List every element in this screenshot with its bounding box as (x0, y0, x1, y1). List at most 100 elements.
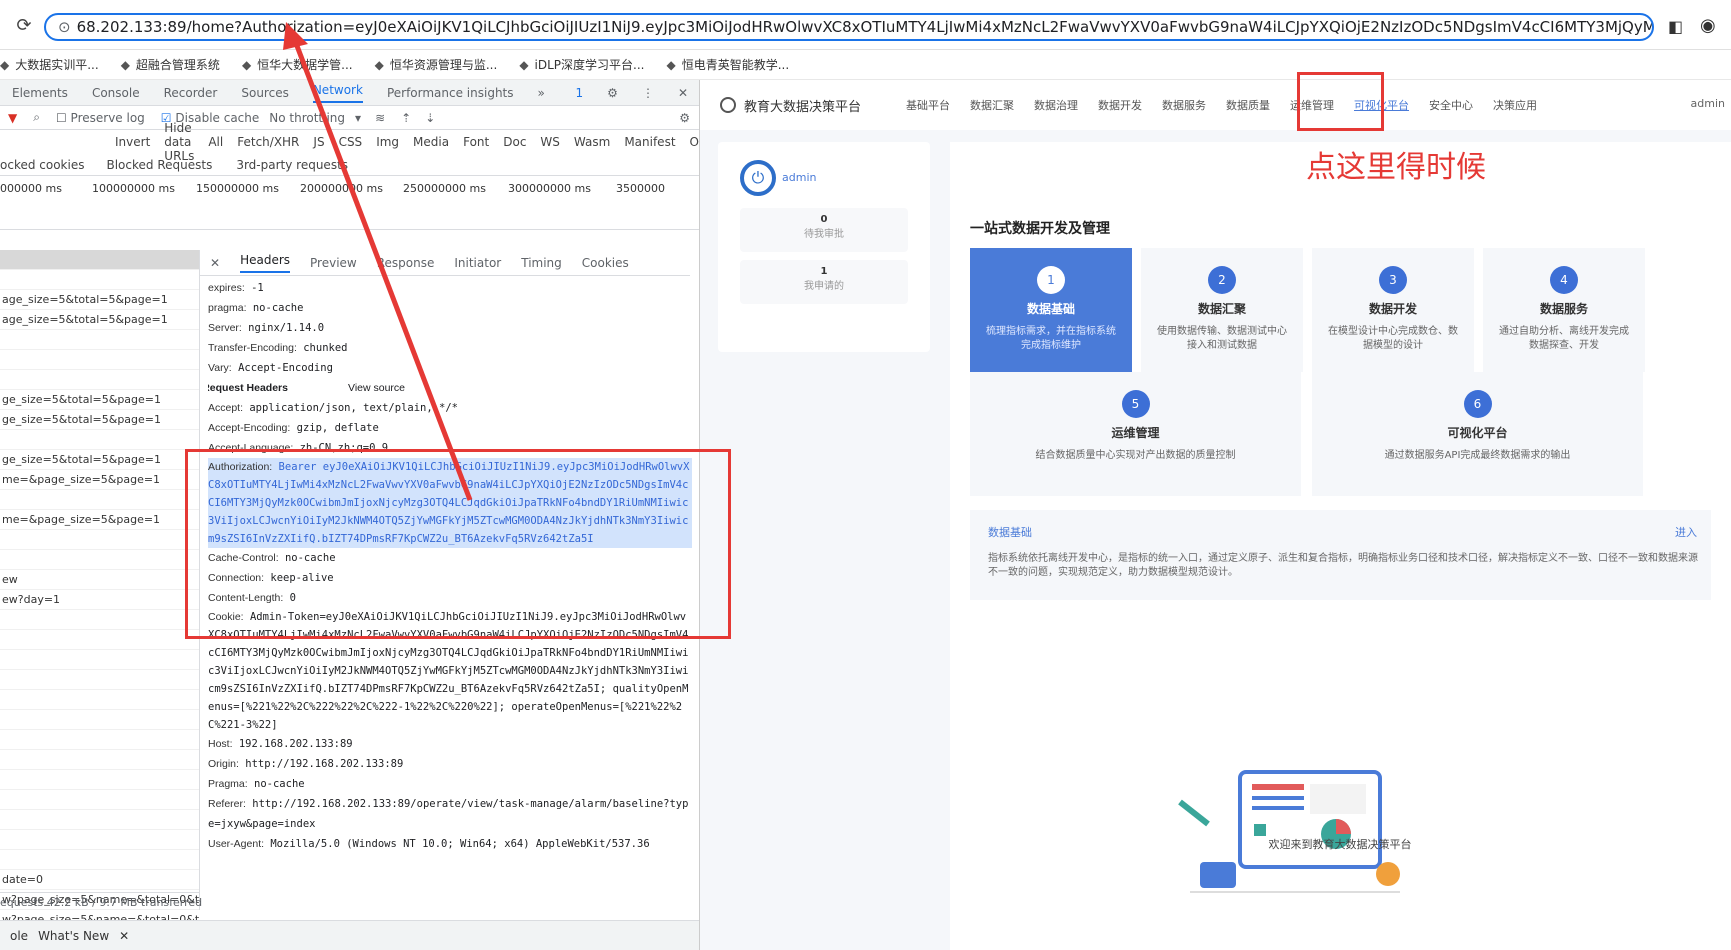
request-row[interactable]: me=&page_size=5&page=1 (0, 470, 199, 490)
devtools-tab[interactable]: Performance insights (387, 86, 514, 100)
request-row[interactable] (0, 370, 199, 390)
filter-7[interactable]: Media (413, 135, 449, 149)
more-tabs-icon[interactable]: » (538, 86, 545, 100)
filter-8[interactable]: Font (463, 135, 489, 149)
request-row[interactable] (0, 430, 199, 450)
close-icon[interactable]: ✕ (119, 929, 129, 943)
side-panel-icon[interactable]: ◧ (1668, 17, 1683, 36)
step-card[interactable]: 2 数据汇聚 使用数据传输、数据测试中心接入和测试数据 (1141, 248, 1303, 372)
request-row[interactable]: me=&page_size=5&page=1 (0, 510, 199, 530)
request-row[interactable]: ge_size=5&total=5&page=1 (0, 410, 199, 430)
search-icon[interactable]: ⌕ (33, 110, 40, 125)
filter-2[interactable]: All (208, 135, 223, 149)
filter-13[interactable]: Other (690, 135, 699, 149)
filter-10[interactable]: WS (540, 135, 559, 149)
filter-checkbox[interactable]: 3rd-party requests (236, 158, 348, 172)
nav-item[interactable]: 数据汇聚 (970, 97, 1014, 113)
issues-badge[interactable]: 1 (576, 86, 584, 100)
filter-3[interactable]: Fetch/XHR (237, 135, 299, 149)
request-row[interactable] (0, 810, 199, 830)
request-row[interactable]: age_size=5&total=5&page=1 (0, 290, 199, 310)
drawer-tab[interactable]: What's New (38, 929, 109, 943)
step-card[interactable]: 1 数据基础 梳理指标需求，并在指标系统完成指标维护 (970, 248, 1132, 372)
url-input[interactable]: ⊙ 68.202.133:89/home?Authorization=eyJ0eX… (44, 13, 1654, 41)
settings-icon[interactable]: ⚙ (679, 111, 690, 125)
devtools-tab[interactable]: Console (92, 86, 140, 100)
nav-item[interactable]: 数据治理 (1034, 97, 1078, 113)
filter-icon[interactable]: ▼ (8, 111, 17, 125)
nav-item[interactable]: 数据服务 (1162, 97, 1206, 113)
request-row[interactable] (0, 770, 199, 790)
request-row[interactable] (0, 610, 199, 630)
filter-6[interactable]: Img (376, 135, 399, 149)
nav-item[interactable]: 基础平台 (906, 97, 950, 113)
filter-checkbox[interactable]: Blocked Requests (106, 158, 212, 172)
request-row[interactable]: ew (0, 570, 199, 590)
filter-0[interactable]: Invert (115, 135, 150, 149)
request-row[interactable]: age_size=5&total=5&page=1 (0, 310, 199, 330)
drawer-tab[interactable]: ole (10, 929, 28, 943)
filter-12[interactable]: Manifest (624, 135, 675, 149)
request-row[interactable] (0, 830, 199, 850)
request-row[interactable] (0, 270, 199, 290)
request-row[interactable] (0, 710, 199, 730)
request-headers-section[interactable]: ▾ Request HeadersView source (208, 378, 692, 398)
wifi-icon[interactable]: ≋ (375, 111, 385, 125)
bookmark-item[interactable]: ◆ 恒电青英智能教学... (667, 56, 790, 73)
bookmark-item[interactable]: ◆ iDLP深度学习平台... (519, 56, 644, 73)
nav-item[interactable]: 数据质量 (1226, 97, 1270, 113)
request-row[interactable] (0, 790, 199, 810)
stat-pending[interactable]: 0 待我审批 (740, 208, 908, 252)
request-row[interactable] (0, 670, 199, 690)
settings-icon[interactable]: ⚙ (607, 86, 618, 100)
stat-applied[interactable]: 1 我申请的 (740, 260, 908, 304)
request-row[interactable] (0, 690, 199, 710)
request-row[interactable]: date=0 (0, 870, 199, 890)
request-row[interactable] (0, 350, 199, 370)
kebab-menu-icon[interactable]: ⋮ (642, 86, 654, 100)
request-row[interactable] (0, 630, 199, 650)
detail-tab[interactable]: Preview (310, 256, 357, 270)
view-source-link[interactable]: View source (348, 382, 405, 394)
profile-icon[interactable]: ◉ (1700, 15, 1716, 36)
step-card[interactable]: 4 数据服务 通过自助分析、离线开发完成数据探查、开发 (1483, 248, 1645, 372)
throttling-select[interactable]: No throttling (269, 111, 345, 125)
detail-tab[interactable]: Initiator (454, 256, 501, 270)
request-row[interactable] (0, 850, 199, 870)
nav-item[interactable]: 数据开发 (1098, 97, 1142, 113)
request-row[interactable] (0, 250, 199, 270)
bookmark-item[interactable]: ◆ 大数据实训平... (0, 56, 99, 73)
request-row[interactable] (0, 730, 199, 750)
devtools-tab[interactable]: Network (312, 83, 363, 103)
filter-4[interactable]: JS (313, 135, 324, 149)
step-card[interactable]: 5 运维管理 结合数据质量中心实现对产出数据的质量控制 (970, 372, 1301, 496)
site-info-icon[interactable]: ⊙ (58, 18, 71, 36)
request-row[interactable] (0, 550, 199, 570)
request-row[interactable]: ew?day=1 (0, 590, 199, 610)
request-row[interactable]: ge_size=5&total=5&page=1 (0, 450, 199, 470)
detail-tab[interactable]: Headers (240, 253, 291, 273)
preserve-log-checkbox[interactable]: ☐ Preserve log (56, 111, 145, 125)
request-row[interactable] (0, 530, 199, 550)
filter-checkbox[interactable]: ocked cookies (0, 158, 84, 172)
close-icon[interactable]: ✕ (678, 86, 688, 100)
detail-tab[interactable]: Timing (521, 256, 562, 270)
detail-tab[interactable]: Response (377, 256, 435, 270)
request-row[interactable] (0, 490, 199, 510)
chevron-down-icon[interactable]: ▾ (355, 111, 361, 125)
bookmark-item[interactable]: ◆ 恒华资源管理与监... (375, 56, 498, 73)
app-logo[interactable]: 教育大数据决策平台 (720, 96, 861, 115)
nav-item[interactable]: 决策应用 (1493, 97, 1537, 113)
bookmark-item[interactable]: ◆ 恒华大数据学管... (242, 56, 353, 73)
upload-icon[interactable]: ⇡ (401, 111, 411, 125)
detail-tab[interactable]: Cookies (582, 256, 629, 270)
user-menu[interactable]: admin (1691, 97, 1725, 110)
nav-item[interactable]: 安全中心 (1429, 97, 1473, 113)
step-card[interactable]: 3 数据开发 在模型设计中心完成数仓、数据模型的设计 (1312, 248, 1474, 372)
request-row[interactable]: ge_size=5&total=5&page=1 (0, 390, 199, 410)
bookmark-item[interactable]: ◆ 超融合管理系统 (121, 56, 220, 73)
info-more-link[interactable]: 进入 (1675, 524, 1697, 540)
filter-9[interactable]: Doc (503, 135, 526, 149)
request-row[interactable] (0, 750, 199, 770)
devtools-tab[interactable]: Recorder (164, 86, 218, 100)
